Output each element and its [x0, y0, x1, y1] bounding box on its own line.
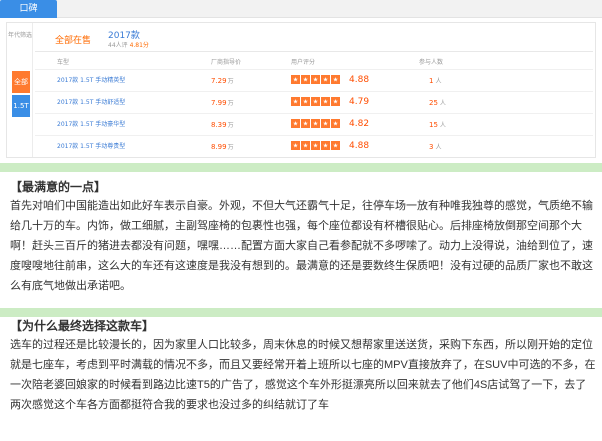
trim-price: 8.39万 [211, 121, 234, 129]
star-rating [291, 97, 341, 107]
table-row: 2017款 1.5T 手动尊贵型 8.99万 4.88 3人 [35, 135, 593, 157]
filter-all-button[interactable]: 全部 [12, 71, 30, 93]
review-text: 首先对咱们中国能造出如此好车表示自豪。外观，不但大气还霸气十足，往停车场一放有种… [10, 200, 593, 292]
star-rating [291, 141, 341, 151]
trim-score: 4.82 [349, 119, 370, 129]
star-icon [311, 141, 320, 150]
rating-count: 44人评 [108, 42, 128, 49]
filter-rail: 年代筛选 全部 1.5T [7, 23, 33, 157]
divider [35, 51, 593, 52]
trim-users[interactable]: 1人 [429, 76, 441, 87]
tab-bar: 口碑 [0, 0, 602, 18]
year-filter-label: 年代筛选 [7, 32, 32, 39]
star-icon [311, 75, 320, 84]
star-icon [301, 75, 310, 84]
trim-users[interactable]: 3人 [429, 142, 441, 153]
col-header-price: 厂商指导价 [211, 59, 242, 66]
trim-price: 8.99万 [211, 143, 234, 151]
trim-name-link[interactable]: 2017款 1.5T 手动舒适型 [57, 98, 125, 108]
star-icon [331, 141, 340, 150]
col-header-name: 车型 [57, 59, 70, 66]
filter-15t-button[interactable]: 1.5T [12, 95, 30, 117]
star-icon [301, 141, 310, 150]
star-icon [301, 97, 310, 106]
star-icon [301, 119, 310, 128]
trim-name-link[interactable]: 2017款 1.5T 手动豪华型 [57, 120, 125, 130]
trim-score: 4.88 [349, 141, 370, 151]
review-most-satisfied: 【最满意的一点】 首先对咱们中国能造出如此好车表示自豪。外观，不但大气还霸气十足… [10, 178, 596, 296]
table-row: 2017款 1.5T 手动豪华型 8.39万 4.82 15 人 [35, 113, 593, 135]
trim-name-link[interactable]: 2017款 1.5T 手动尊贵型 [57, 142, 125, 152]
trim-users[interactable]: 15 人 [429, 120, 446, 131]
trim-score: 4.79 [349, 97, 370, 107]
tab-koubei[interactable]: 口碑 [0, 0, 57, 18]
table-row: 2017款 1.5T 手动精英型 7.29万 4.88 1人 [35, 69, 593, 91]
star-rating [291, 75, 341, 85]
star-icon [291, 97, 300, 106]
star-icon [291, 119, 300, 128]
star-icon [311, 119, 320, 128]
col-header-rating: 用户评分 [291, 59, 316, 66]
trim-name-link[interactable]: 2017款 1.5T 手动精英型 [57, 76, 125, 86]
star-icon [331, 97, 340, 106]
review-text: 选车的过程还是比较漫长的，因为家里人口比较多，周末休息的时候又想帮家里送送货，采… [10, 339, 596, 411]
section-divider [0, 308, 602, 317]
star-icon [331, 75, 340, 84]
review-why-choose: 【为什么最终选择这款车】 选车的过程还是比较漫长的，因为家里人口比较多，周末休息… [10, 317, 596, 415]
star-icon [321, 97, 330, 106]
section-title: 【最满意的一点】 [10, 180, 107, 194]
trim-price: 7.29万 [211, 77, 234, 85]
model-year-rating: 44人评 4.81分 [108, 40, 149, 49]
col-header-users: 参与人数 [419, 59, 444, 66]
star-icon [311, 97, 320, 106]
trim-panel: 年代筛选 全部 1.5T 全部在售 2017款 44人评 4.81分 车型 厂商… [6, 22, 596, 158]
trim-users[interactable]: 25 人 [429, 98, 446, 109]
star-icon [321, 75, 330, 84]
table-row: 2017款 1.5T 手动舒适型 7.99万 4.79 25 人 [35, 91, 593, 113]
trim-score: 4.88 [349, 75, 370, 85]
trim-price: 7.99万 [211, 99, 234, 107]
section-title: 【为什么最终选择这款车】 [10, 319, 155, 333]
star-icon [291, 141, 300, 150]
star-icon [331, 119, 340, 128]
section-divider [0, 163, 602, 172]
star-icon [321, 141, 330, 150]
sale-status[interactable]: 全部在售 [55, 33, 91, 46]
star-rating [291, 119, 341, 129]
star-icon [291, 75, 300, 84]
rating-score: 4.81分 [129, 42, 149, 49]
star-icon [321, 119, 330, 128]
